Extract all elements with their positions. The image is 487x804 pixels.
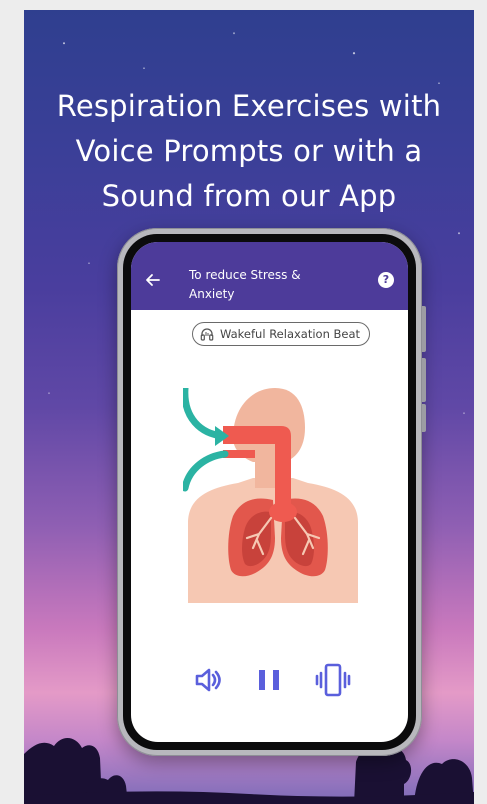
phone-side-button (422, 306, 426, 352)
headline-line-1: Respiration Exercises with (56, 89, 442, 123)
help-circle-icon: ? (382, 273, 390, 286)
page-frame: Respiration Exercises with Voice Prompts… (0, 0, 487, 804)
vibrate-icon (315, 663, 351, 697)
phone-side-button (422, 404, 426, 432)
app-screen: To reduce Stress & Anxiety ? Wakeful Rel… (131, 242, 408, 742)
volume-icon (195, 668, 221, 692)
exercise-title-line-1: To reduce Stress & (189, 268, 301, 282)
back-button[interactable] (143, 270, 163, 290)
phone-mockup: To reduce Stress & Anxiety ? Wakeful Rel… (117, 228, 426, 756)
pause-button[interactable] (249, 660, 289, 700)
breath-arrow-lower (183, 450, 229, 492)
headline-line-2: Voice Prompts or with a (75, 134, 423, 168)
exercise-title: To reduce Stress & Anxiety (189, 266, 339, 304)
exercise-title-line-2: Anxiety (189, 287, 235, 301)
pause-icon (259, 670, 279, 690)
phone-bezel: To reduce Stress & Anxiety ? Wakeful Rel… (123, 234, 416, 750)
app-bar: To reduce Stress & Anxiety ? (131, 242, 408, 310)
sound-toggle-button[interactable] (189, 660, 229, 700)
beat-chip-label: Wakeful Relaxation Beat (220, 327, 361, 341)
promo-headline: Respiration Exercises with Voice Prompts… (24, 84, 474, 219)
respiratory-illustration (183, 388, 358, 603)
playback-controls (131, 660, 408, 710)
vibration-toggle-button[interactable] (313, 660, 353, 700)
headline-line-3: Sound from our App (101, 179, 397, 213)
arrow-left-icon (146, 274, 160, 286)
help-button[interactable]: ? (378, 272, 394, 288)
bronchi-junction (269, 502, 297, 522)
phone-side-button (422, 358, 426, 402)
beat-selector-chip[interactable]: Wakeful Relaxation Beat (192, 322, 371, 346)
promo-banner: Respiration Exercises with Voice Prompts… (24, 10, 474, 804)
headphones-icon (200, 328, 214, 341)
